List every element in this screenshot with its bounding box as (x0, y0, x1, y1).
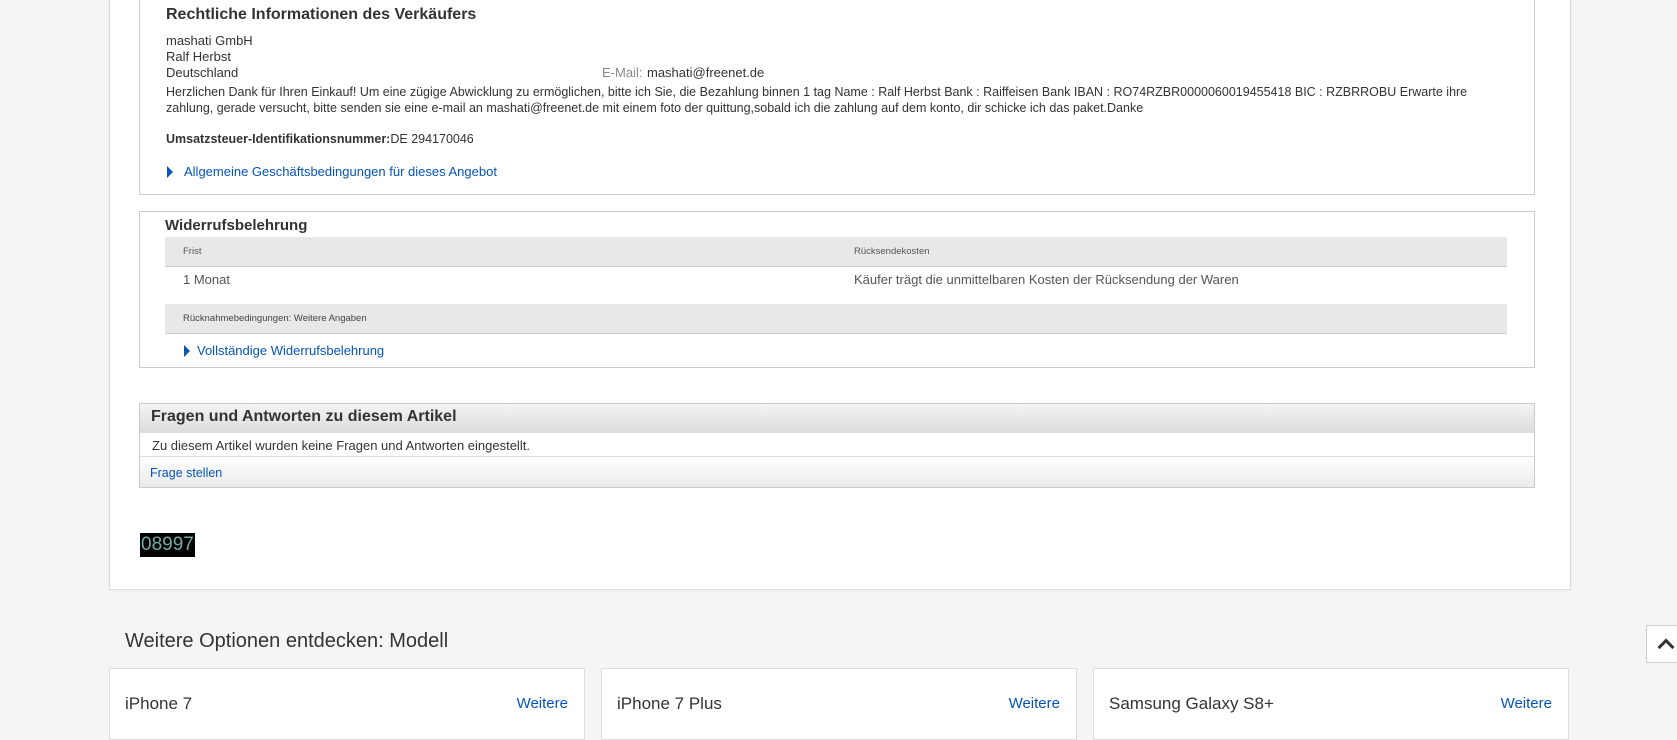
vat-id-row: Umsatzsteuer-Identifikationsnummer:DE 29… (166, 132, 474, 146)
options-title: Weitere Optionen entdecken: Modell (125, 630, 449, 652)
column-header-period: Frist (183, 246, 202, 257)
option-card-more-link[interactable]: Weitere (1501, 695, 1552, 712)
withdrawal-title: Widerrufsbelehrung (165, 217, 308, 234)
qa-title: Fragen und Antworten zu diesem Artikel (151, 408, 457, 425)
column-header-return-costs: Rücksendekosten (854, 246, 930, 257)
qa-empty-text: Zu diesem Artikel wurden keine Fragen un… (152, 438, 530, 453)
qa-footer: Frage stellen (140, 456, 1534, 487)
qa-section: Fragen und Antworten zu diesem Artikel Z… (139, 403, 1535, 488)
withdrawal-section: Widerrufsbelehrung Frist Rücksendekosten… (139, 211, 1535, 368)
triangle-right-icon (167, 165, 173, 178)
seller-legal-info-section: Rechtliche Informationen des Verkäufers … (139, 0, 1535, 195)
terms-link-label: Allgemeine Geschäftsbedingungen für dies… (184, 164, 497, 179)
option-card-name[interactable]: iPhone 7 (125, 694, 192, 714)
full-withdrawal-link[interactable]: Vollständige Widerrufsbelehrung (184, 343, 384, 358)
return-conditions-label: Rücknahmebedingungen: Weitere Angaben (183, 313, 367, 324)
seller-person: Ralf Herbst (166, 49, 232, 64)
ask-question-link[interactable]: Frage stellen (150, 466, 222, 480)
return-costs-value: Käufer trägt die unmittelbaren Kosten de… (854, 272, 1239, 287)
terms-link[interactable]: Allgemeine Geschäftsbedingungen für dies… (167, 164, 497, 179)
option-card[interactable]: Samsung Galaxy S8+ Weitere (1093, 668, 1569, 740)
vat-id-value: DE 294170046 (390, 132, 474, 146)
seller-company: mashati GmbH (166, 33, 253, 48)
option-card-name[interactable]: iPhone 7 Plus (617, 694, 722, 714)
option-card-more-link[interactable]: Weitere (517, 695, 568, 712)
seller-message: Herzlichen Dank für Ihren Einkauf! Um ei… (166, 85, 1468, 115)
triangle-right-icon (184, 344, 190, 357)
email-label: E-Mail: (602, 65, 643, 80)
full-withdrawal-link-label: Vollständige Widerrufsbelehrung (197, 343, 385, 358)
qa-header: Fragen und Antworten zu diesem Artikel (140, 404, 1534, 433)
seller-email: mashati@freenet.de (647, 65, 765, 80)
item-code-label: 08997 (140, 533, 195, 557)
seller-country: Deutschland (166, 65, 239, 80)
back-to-top-button[interactable] (1646, 625, 1677, 663)
withdrawal-table-header: Frist Rücksendekosten (165, 237, 1507, 267)
option-card[interactable]: iPhone 7 Weitere (109, 668, 585, 740)
chevron-up-icon (1657, 638, 1675, 656)
return-conditions-header: Rücknahmebedingungen: Weitere Angaben (165, 304, 1507, 334)
option-card[interactable]: iPhone 7 Plus Weitere (601, 668, 1077, 740)
vat-id-label: Umsatzsteuer-Identifikationsnummer: (166, 132, 391, 146)
legal-info-title: Rechtliche Informationen des Verkäufers (166, 6, 477, 23)
option-card-name[interactable]: Samsung Galaxy S8+ (1109, 694, 1274, 714)
period-value: 1 Monat (183, 272, 230, 287)
option-card-more-link[interactable]: Weitere (1009, 695, 1060, 712)
